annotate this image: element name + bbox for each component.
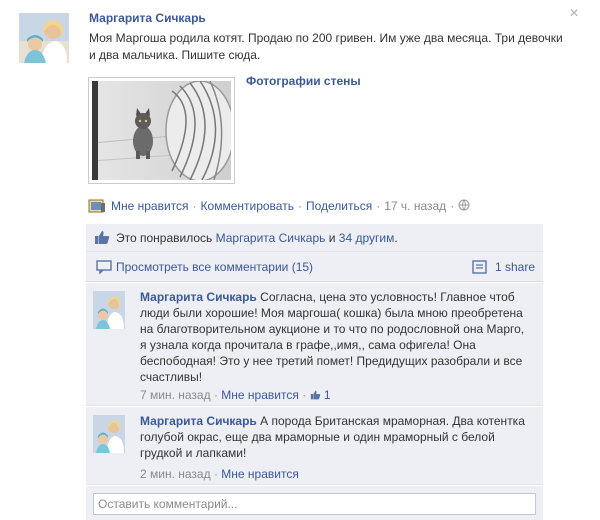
view-all-comments-link[interactable]: Просмотреть все комментарии (15) (116, 260, 313, 274)
liker-name-link[interactable]: Маргарита Сичкарь (216, 231, 326, 245)
comment-bubble-icon (96, 260, 112, 277)
post-message: Моя Маргоша родила котят. Продаю по 200 … (89, 31, 563, 62)
comment-input[interactable] (93, 493, 536, 515)
photo-album-icon (88, 199, 106, 213)
like-button[interactable]: Мне нравится (111, 199, 189, 213)
likes-others-link[interactable]: 34 другим (339, 231, 395, 245)
share-button[interactable]: Поделиться (306, 199, 372, 213)
comment-item: Маргарита Сичкарь Согласна, цена это усл… (86, 283, 543, 406)
separator-dot: · (213, 388, 218, 402)
comment-author-link[interactable]: Маргарита Сичкарь (140, 290, 257, 304)
separator-dot: · (192, 199, 197, 213)
comment-like-count[interactable]: 1 (310, 388, 331, 402)
thumbs-up-icon (310, 390, 320, 400)
ufi-block: Это понравилось Маргарита Сичкарь и 34 д… (86, 224, 543, 282)
globe-icon (458, 199, 470, 214)
likes-summary: Это понравилось Маргарита Сичкарь и 34 д… (86, 224, 543, 252)
comment-author-link[interactable]: Маргарита Сичкарь (140, 414, 257, 428)
thumbs-up-icon (94, 230, 110, 248)
comment-timestamp[interactable]: 2 мин. назад (140, 467, 211, 481)
comment-meta: 7 мин. назад · Мне нравится · 1 (140, 388, 331, 402)
separator-dot: · (450, 199, 455, 213)
close-icon[interactable]: × (566, 6, 582, 22)
comment-like-button[interactable]: Мне нравится (221, 467, 299, 481)
share-icon (472, 260, 488, 277)
post-photo[interactable] (88, 77, 235, 184)
author-avatar[interactable] (19, 13, 69, 63)
separator-dot: · (297, 199, 302, 213)
comment-like-count-value: 1 (323, 388, 331, 402)
commenter-avatar[interactable] (93, 415, 125, 453)
likes-prefix: Это понравилось (116, 231, 213, 245)
comment-body: Маргарита Сичкарь Согласна, цена это усл… (140, 289, 530, 385)
post-timestamp[interactable]: 17 ч. назад (384, 199, 446, 213)
likes-conj: и (328, 231, 336, 245)
view-all-comments-row: Просмотреть все комментарии (15) 1 share (86, 252, 543, 282)
comment-body: Маргарита Сичкарь А порода Британская мр… (140, 413, 530, 461)
comment-text: Согласна, цена это условность! Главное ч… (140, 290, 525, 384)
separator-dot: · (213, 467, 218, 481)
separator-dot: · (302, 388, 307, 402)
comment-button[interactable]: Комментировать (201, 199, 294, 213)
commenter-avatar[interactable] (93, 291, 125, 329)
album-link[interactable]: Фотографии стены (246, 74, 361, 88)
likes-suffix: . (394, 231, 398, 245)
likes-text: Это понравилось Маргарита Сичкарь и 34 д… (116, 231, 398, 245)
comment-timestamp[interactable]: 7 мин. назад (140, 388, 211, 402)
share-count-link[interactable]: 1 share (495, 260, 535, 274)
post-actions-bar: Мне нравится · Комментировать · Поделить… (88, 197, 470, 215)
separator-dot: · (376, 199, 381, 213)
comment-composer (86, 486, 543, 520)
post-author-name[interactable]: Маргарита Сичкарь (89, 11, 206, 25)
comment-item: Маргарита Сичкарь А порода Британская мр… (86, 407, 543, 485)
comment-meta: 2 мин. назад · Мне нравится (140, 467, 299, 481)
feed-story: × Маргарита Сичкарь Моя Маргоша родила к… (0, 0, 600, 520)
comment-like-button[interactable]: Мне нравится (221, 388, 299, 402)
